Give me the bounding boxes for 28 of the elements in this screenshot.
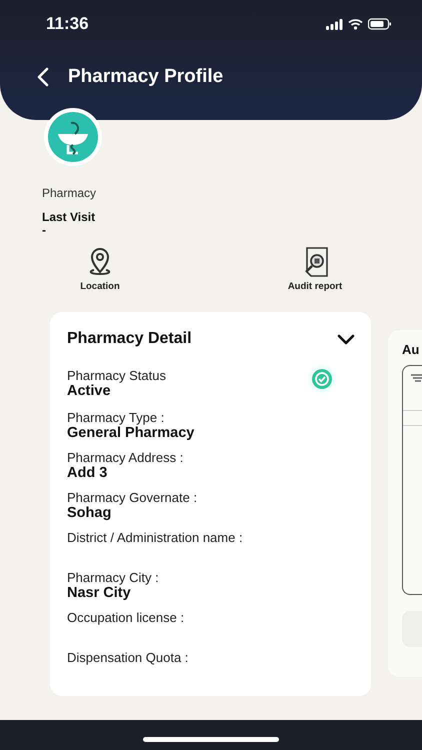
wifi-icon [348, 18, 363, 30]
last-visit-label: Last Visit [42, 210, 96, 224]
field-label: Pharmacy Governate : [67, 490, 198, 505]
field-value: General Pharmacy [67, 425, 194, 442]
filter-icon[interactable] [411, 374, 422, 384]
field-label: Dispensation Quota : [67, 650, 188, 665]
audit-report-button[interactable]: Audit report [275, 246, 355, 292]
field-label: Pharmacy City : [67, 570, 159, 585]
field-label: Pharmacy Address : [67, 450, 184, 465]
chevron-icon[interactable] [337, 333, 355, 345]
field-label: Occupation license : [67, 610, 184, 625]
field-value: Add 3 [67, 465, 108, 482]
pharmacy-name: Pharmacy [42, 186, 98, 200]
field-label: District / Administration name : [67, 530, 243, 545]
field-value: Sohag [67, 505, 112, 522]
card-title: Pharmacy Detail [67, 330, 192, 348]
battery-icon [368, 18, 392, 30]
field-value: Active [67, 383, 112, 400]
page-title: Pharmacy Profile [68, 66, 224, 88]
last-visit-value: - [42, 224, 47, 236]
field-value: Nasr City [67, 585, 132, 602]
field-label: Pharmacy Type : [67, 410, 166, 425]
back-button[interactable] [36, 67, 50, 87]
card-title: Au [402, 342, 420, 357]
signal-icon [326, 18, 343, 30]
field-label: Pharmacy Status [67, 368, 166, 383]
status-time: 11:36 [46, 14, 89, 34]
location-button[interactable]: Location [60, 246, 140, 292]
